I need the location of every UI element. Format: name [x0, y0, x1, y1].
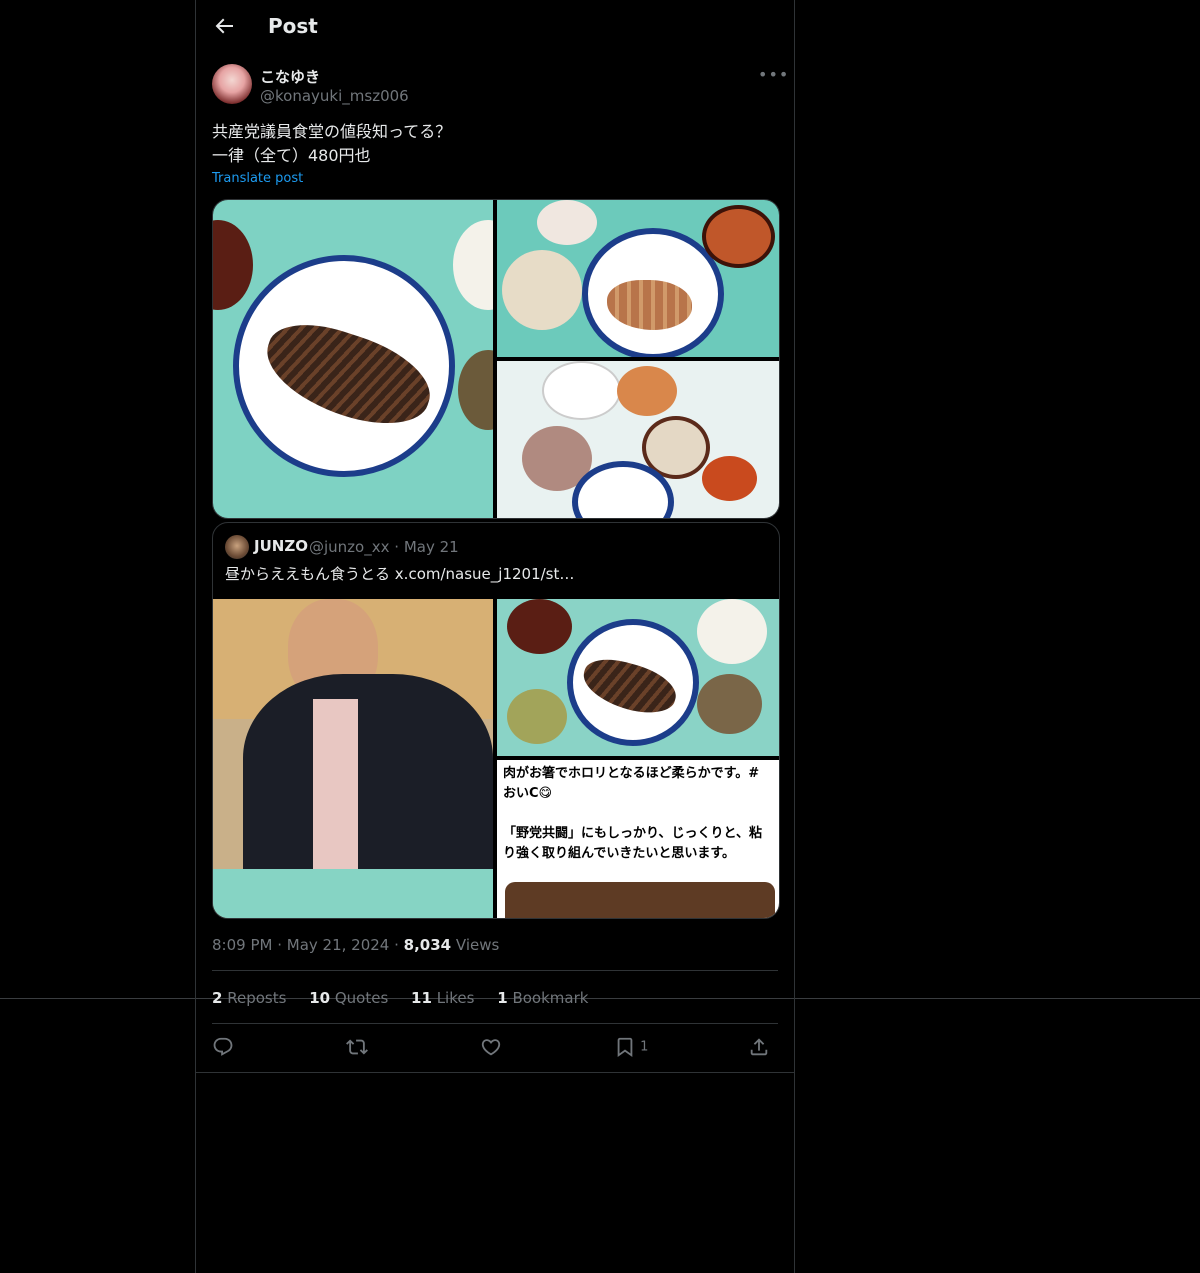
likes-stat[interactable]: 11 Likes: [411, 989, 474, 1007]
bookmarks-stat[interactable]: 1 Bookmark: [497, 989, 588, 1007]
reposts-stat[interactable]: 2 Reposts: [212, 989, 286, 1007]
quoted-author-meta: @junzo_xx · May 21: [309, 538, 459, 556]
action-bar: 1: [212, 1036, 778, 1060]
translate-post-link[interactable]: Translate post: [212, 171, 303, 186]
quoted-link[interactable]: x.com/nasue_j1201/st…: [395, 565, 575, 583]
share-button[interactable]: [748, 1036, 770, 1058]
soup-bowl-2: [507, 689, 567, 744]
soup-bowl: [213, 220, 253, 310]
rice-bowl: [502, 250, 582, 330]
bookmark-icon: [617, 1037, 633, 1058]
quoted-date: May 21: [403, 538, 459, 556]
rice-bowl: [697, 599, 767, 664]
share-icon: [750, 1038, 768, 1056]
quoted-avatar[interactable]: [225, 535, 249, 559]
reply-icon: [213, 1037, 233, 1056]
page-title: Post: [268, 14, 318, 38]
miso-bowl: [702, 205, 775, 268]
bookmark-button[interactable]: 1: [614, 1036, 648, 1058]
divider-bottom: [212, 1023, 778, 1024]
rice-bowl: [453, 220, 493, 310]
quotes-stat[interactable]: 10 Quotes: [309, 989, 388, 1007]
back-arrow-icon[interactable]: [212, 14, 236, 38]
bookmark-count: 1: [640, 1039, 649, 1055]
more-icon[interactable]: •••: [758, 65, 788, 85]
post-meta: 8:09 PM · May 21, 2024 · 8,034 Views: [212, 936, 500, 954]
quoted-text: 昼からええもん食うとる x.com/nasue_j1201/st…: [225, 563, 574, 584]
soup-bowl: [507, 599, 572, 654]
engagement-stats: 2 Reposts 10 Quotes 11 Likes 1 Bookmark: [212, 989, 606, 1007]
page-header: Post: [196, 0, 794, 53]
caption-photo-strip: [505, 882, 775, 918]
repost-button[interactable]: [346, 1036, 368, 1058]
like-button[interactable]: [480, 1036, 502, 1058]
quoted-screenshot-caption[interactable]: 肉がお箸でホロリとなるほど柔らかです。#おいC😋 「野党共闘」にもしっかり、じっ…: [497, 760, 779, 918]
quoted-photo-steak[interactable]: [497, 599, 779, 756]
media-photo-steak[interactable]: [213, 200, 493, 518]
author-name[interactable]: こなゆき: [260, 66, 320, 87]
quoted-author-name[interactable]: JUNZO: [254, 537, 308, 555]
views-count: 8,034: [403, 936, 452, 954]
sauce-bowl: [702, 456, 757, 501]
divider-top: [212, 970, 778, 971]
author-handle[interactable]: @konayuki_msz006: [260, 87, 409, 105]
quoted-caption-text: 肉がお箸でホロリとなるほど柔らかです。#おいC😋 「野党共闘」にもしっかり、じっ…: [503, 766, 762, 861]
quoted-photo-man-eating[interactable]: [213, 599, 493, 918]
quoted-media-grid: 肉がお箸でホロリとなるほど柔らかです。#おいC😋 「野党共闘」にもしっかり、じっ…: [213, 599, 779, 918]
quoted-body: 昼からええもん食うとる: [225, 565, 391, 583]
sashimi-bowl: [542, 361, 621, 420]
media-photo-set-meal[interactable]: [497, 361, 779, 518]
post-bottom-border: [196, 1072, 794, 1073]
pickle-bowl: [537, 200, 597, 245]
media-photo-pork[interactable]: [497, 200, 779, 357]
post-time[interactable]: 8:09 PM: [212, 936, 272, 954]
quoted-post[interactable]: JUNZO @junzo_xx · May 21 昼からええもん食うとる x.c…: [212, 522, 780, 919]
post-media-grid: [212, 199, 780, 519]
like-icon: [481, 1039, 501, 1056]
side-bowl: [458, 350, 493, 430]
views-label: Views: [455, 936, 500, 954]
avatar[interactable]: [212, 64, 252, 104]
post-date[interactable]: May 21, 2024: [287, 936, 390, 954]
repost-icon: [346, 1039, 368, 1055]
tray: [213, 869, 493, 918]
side-bowl: [617, 366, 677, 416]
quoted-author-handle[interactable]: @junzo_xx: [309, 538, 390, 556]
suit: [243, 674, 493, 884]
shirt: [313, 699, 358, 869]
side-bowl: [697, 674, 762, 734]
post-column: Post こなゆき @konayuki_msz006 ••• 共産党議員食堂の値…: [195, 0, 795, 1273]
reply-button[interactable]: [212, 1036, 234, 1058]
post-text: 共産党議員食堂の値段知ってる？ 一律（全て）480円也: [212, 122, 452, 165]
